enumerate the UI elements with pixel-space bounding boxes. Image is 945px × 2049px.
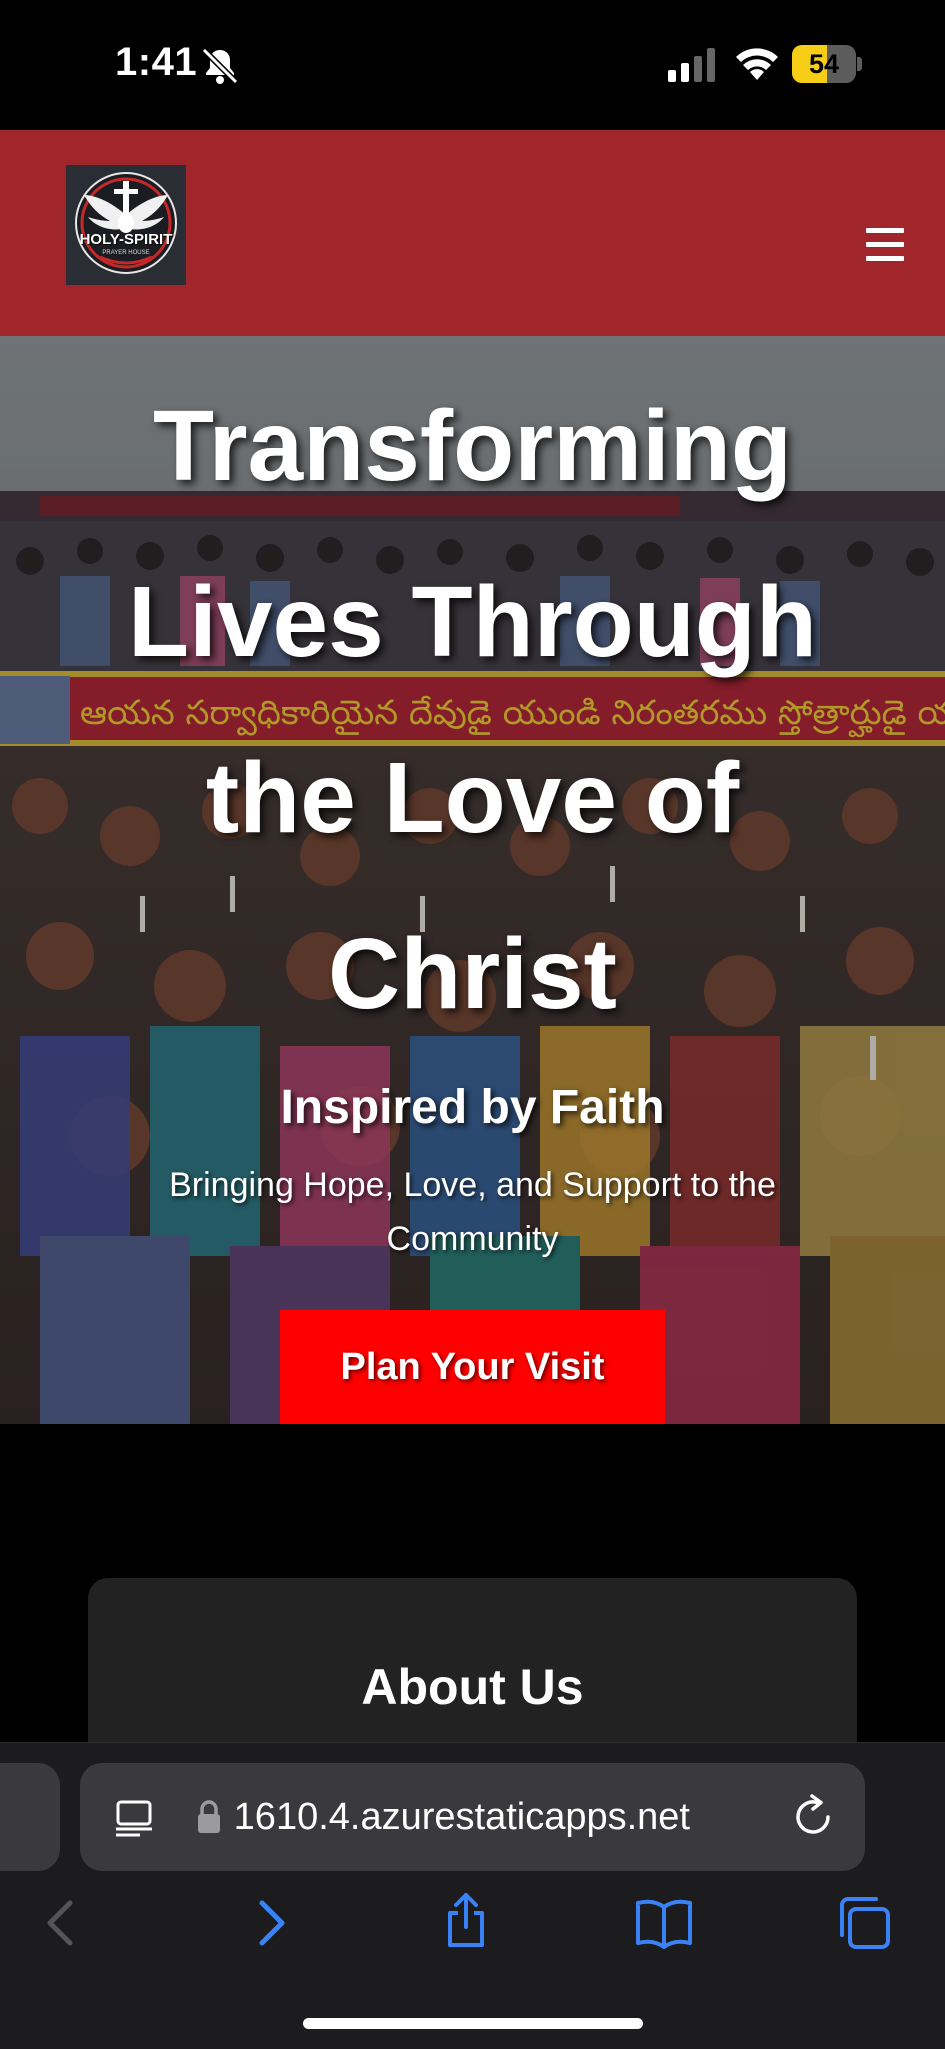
status-time: 1:41 [115, 40, 198, 84]
hero-title: Transforming Lives Through the Love of C… [128, 390, 817, 1030]
hero-subtitle: Inspired by Faith [280, 1081, 665, 1134]
bell-slash-icon [201, 47, 239, 85]
status-bar: 1:41 54 [0, 0, 945, 130]
logo-subtitle: PRAYER HOUSE [102, 250, 150, 256]
about-title: About Us [361, 1659, 584, 1715]
back-icon[interactable] [32, 1893, 92, 1953]
holy-spirit-logo[interactable]: HOLY-SPIRIT PRAYER HOUSE [66, 165, 186, 285]
tabs-icon[interactable] [834, 1893, 894, 1953]
reload-icon[interactable] [790, 1793, 836, 1839]
url-text[interactable]: 1610.4.azurestaticapps.net [230, 1763, 690, 1871]
hero-description: Bringing Hope, Love, and Support to the … [169, 1166, 776, 1258]
plan-your-visit-button[interactable]: Plan Your Visit [280, 1310, 665, 1424]
dove-emblem-icon [75, 172, 177, 274]
forward-icon[interactable] [240, 1893, 300, 1953]
reader-icon[interactable] [114, 1797, 154, 1837]
battery-level: 54 [808, 49, 840, 79]
wifi-icon [736, 48, 778, 80]
battery-icon: 54 [792, 45, 862, 83]
home-indicator[interactable] [303, 2018, 643, 2029]
address-bar[interactable]: 1610.4.azurestaticapps.net [80, 1763, 865, 1871]
previous-tab-preview[interactable] [0, 1763, 60, 1871]
browser-toolbar: 1610.4.azurestaticapps.net [0, 1742, 945, 2049]
share-icon[interactable] [436, 1891, 496, 1951]
lock-icon [198, 1800, 220, 1833]
logo-title: HOLY-SPIRIT [79, 231, 173, 248]
site-header: HOLY-SPIRIT PRAYER HOUSE [0, 130, 945, 336]
hamburger-menu-icon[interactable] [866, 228, 904, 262]
hero-section: ఆయన సర్వాధికారియైన దేవుడై యుండి నిరంతరము… [0, 336, 945, 1424]
cellular-signal-icon [668, 48, 715, 82]
bookmarks-icon[interactable] [634, 1893, 694, 1953]
